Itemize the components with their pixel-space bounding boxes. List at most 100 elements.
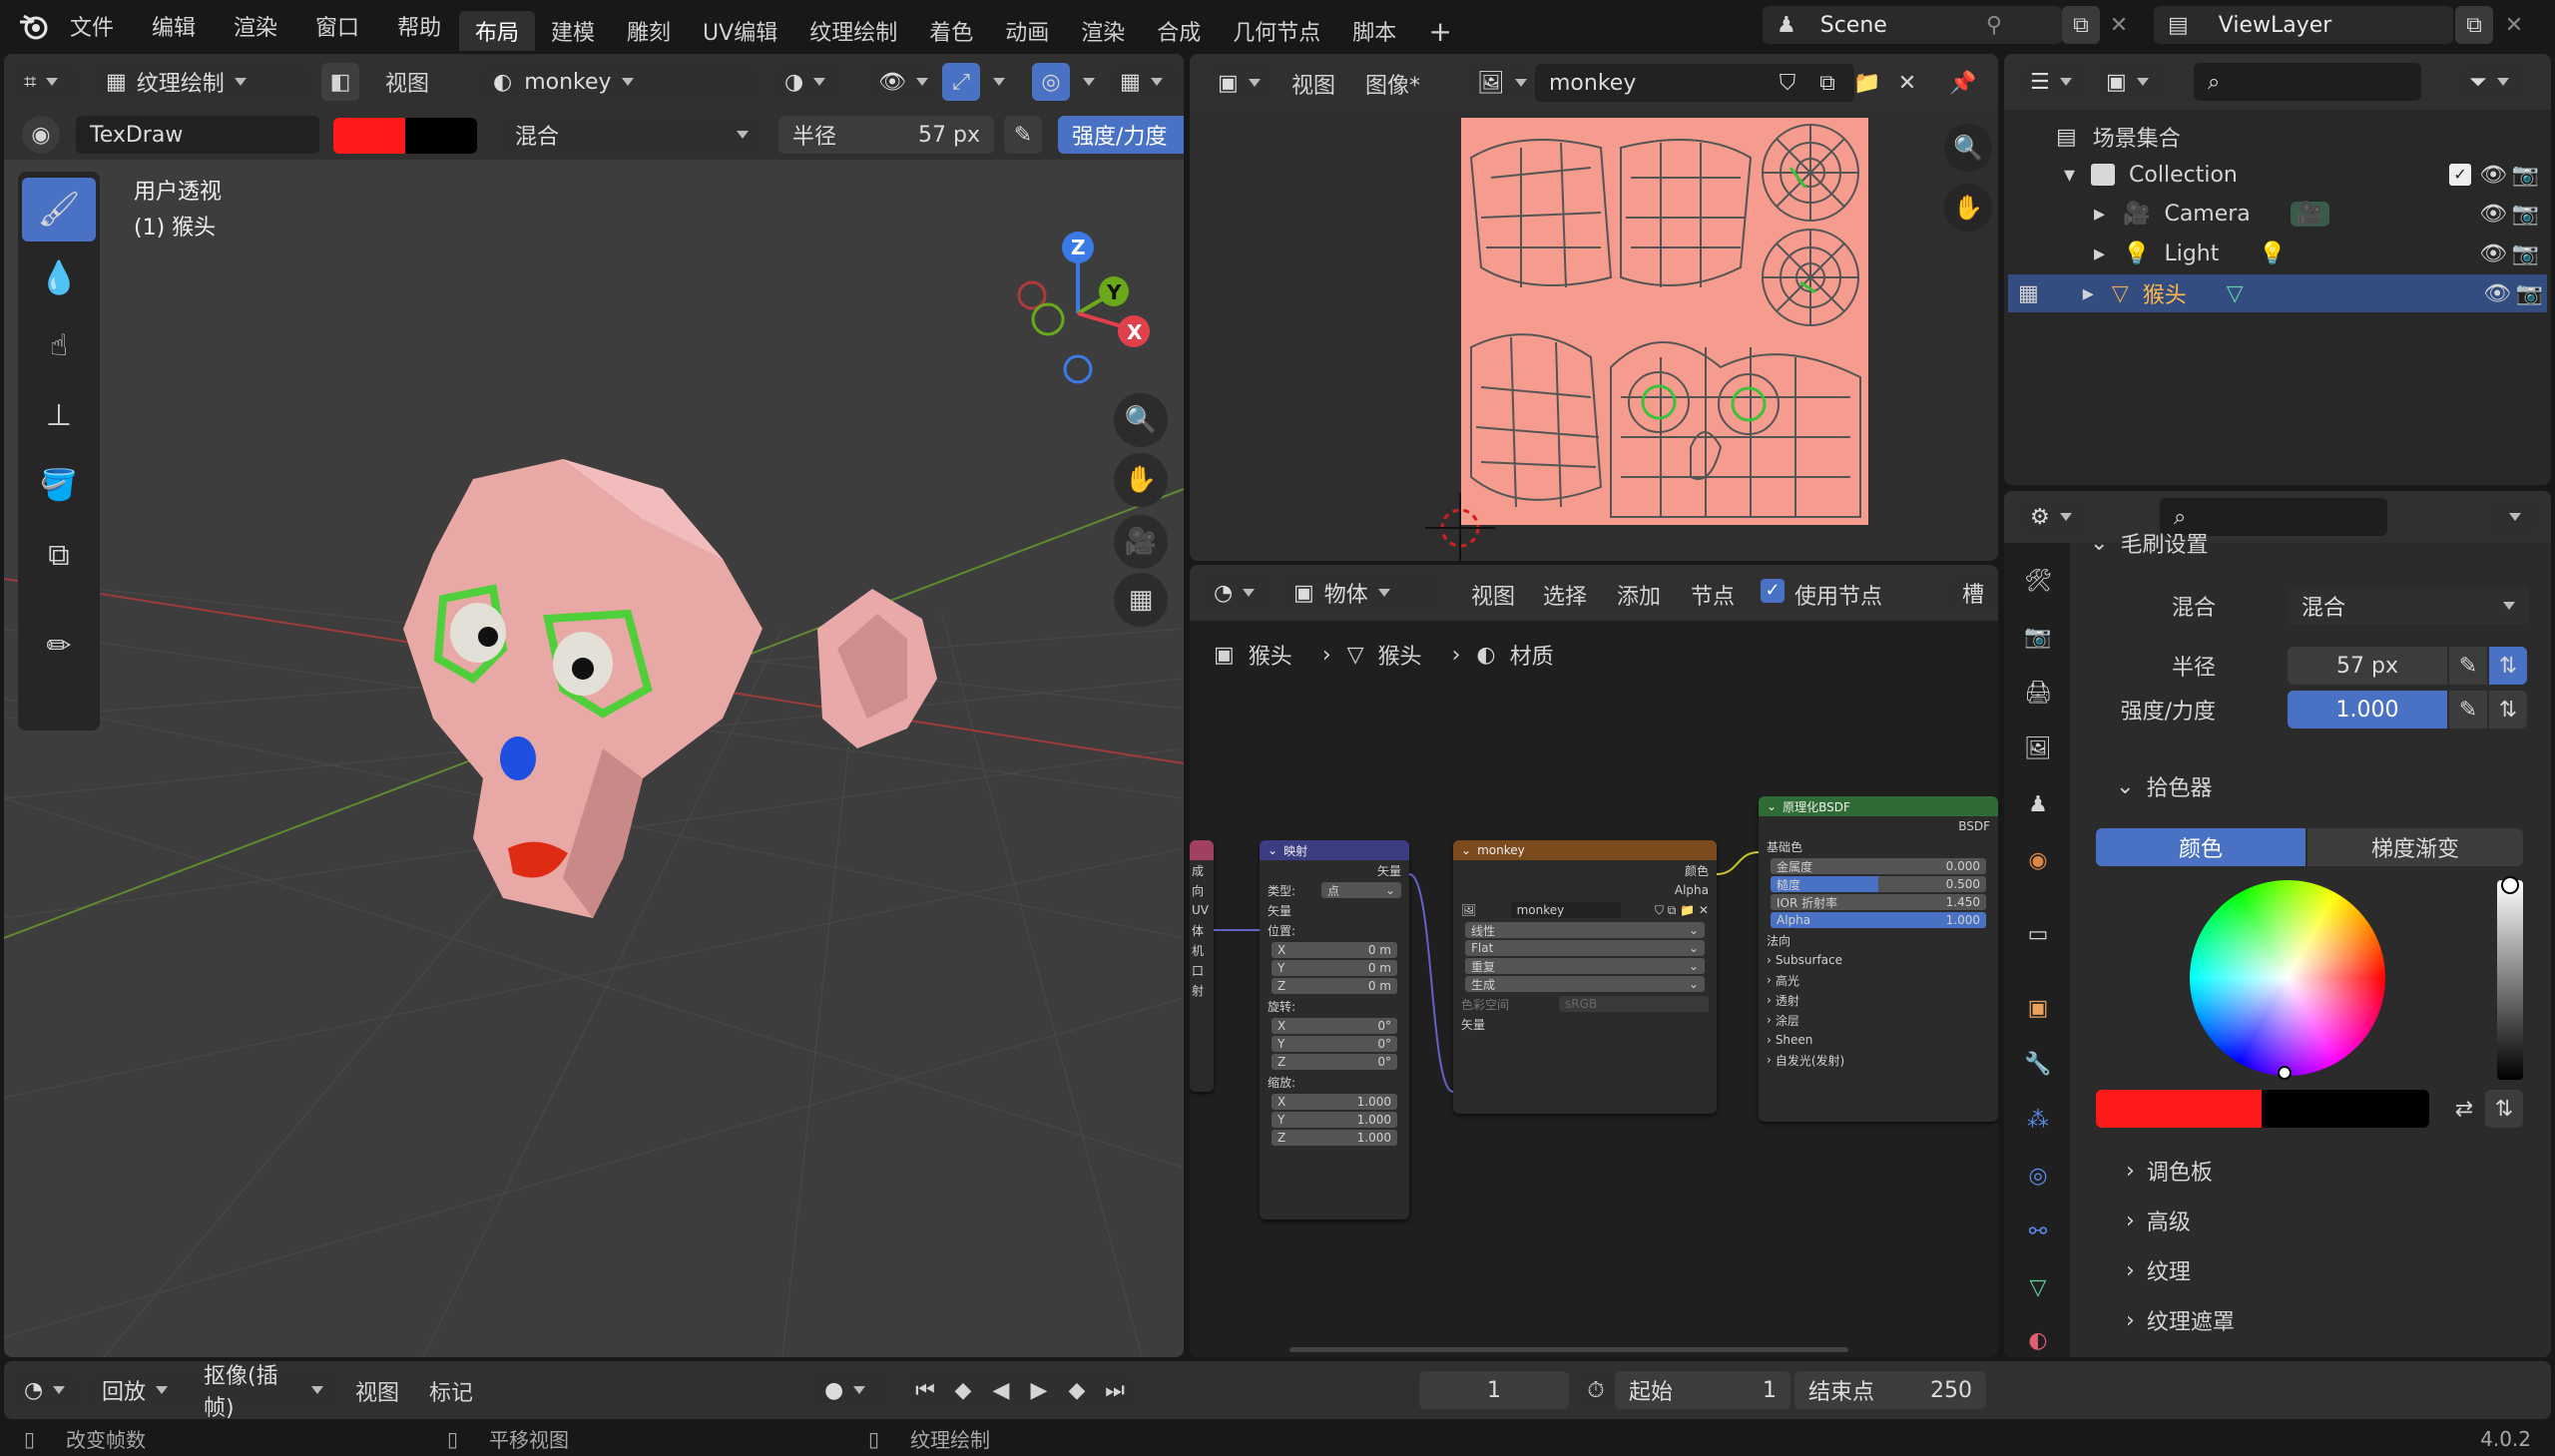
secondary-color-swatch[interactable]: [2262, 1090, 2429, 1128]
image-editor[interactable]: ▣ 视图 图像* 🖼 monkey ⛉ ⧉ 📁 ✕ 📌 🔍 ✋: [1190, 54, 1998, 561]
render-camera-icon[interactable]: 📷: [2512, 163, 2539, 188]
output-tab-icon[interactable]: 🖨: [2018, 673, 2058, 713]
tab-sculpting[interactable]: 雕刻: [611, 11, 687, 51]
advanced-panel[interactable]: › 高级: [2126, 1204, 2191, 1237]
smear-brush-icon[interactable]: ☝: [22, 313, 96, 377]
view-layer-tab-icon[interactable]: 🖼: [2018, 728, 2058, 768]
editor-type-selector[interactable]: ⌗: [14, 63, 80, 101]
end-frame-field[interactable]: 结束点 250: [1794, 1371, 1986, 1409]
jump-start-icon[interactable]: ⏮: [906, 1371, 944, 1409]
tab-scripting[interactable]: 脚本: [1336, 11, 1412, 51]
current-frame-field[interactable]: 1: [1419, 1371, 1569, 1409]
properties-type-selector[interactable]: ⚙: [2020, 498, 2090, 536]
display-mode-selector[interactable]: ▣: [2096, 63, 2166, 101]
material-tab-icon[interactable]: ◐: [2018, 1323, 2058, 1357]
brush-name-field[interactable]: TexDraw: [76, 116, 319, 154]
tab-uv-editing[interactable]: UV编辑: [687, 11, 793, 51]
outliner-type-selector[interactable]: ☰: [2020, 63, 2090, 101]
image-zoom-icon[interactable]: 🔍: [1944, 124, 1992, 172]
scene-tab-icon[interactable]: ♟: [2018, 784, 2058, 824]
view-layer-name[interactable]: ViewLayer: [2219, 13, 2332, 38]
properties-options[interactable]: [2489, 498, 2539, 536]
new-scene-icon[interactable]: ⧉: [2062, 6, 2100, 44]
node-scrollbar[interactable]: [1289, 1347, 1848, 1352]
outliner-root[interactable]: ▤ 场景集合: [2056, 118, 2181, 156]
navigation-gizmo[interactable]: [992, 174, 1172, 393]
mode-selector[interactable]: ▦ 纹理绘制: [92, 63, 311, 101]
tab-animation[interactable]: 动画: [989, 11, 1065, 51]
mesh-data-icon[interactable]: ▽: [2227, 281, 2244, 306]
texture-mask-panel[interactable]: › 纹理遮罩: [2126, 1303, 2235, 1337]
open-image-icon[interactable]: 📁: [1848, 64, 1886, 102]
fill-brush-icon[interactable]: 🪣: [22, 453, 96, 517]
pressure-icon[interactable]: ✎: [2449, 691, 2487, 728]
menu-render[interactable]: 渲染: [234, 10, 277, 42]
properties-editor[interactable]: ⚙ ⌕ 🛠 📷 🖨 🖼 ♟ ◉ ▭ ▣ 🔧 ⁂ ◎ ⚯ ▽ ◐ ⌄ 毛刷设置 混…: [2004, 491, 2551, 1357]
tab-color[interactable]: 颜色: [2096, 828, 2305, 866]
timeline-view-menu[interactable]: 视图: [355, 1375, 399, 1407]
zoom-icon[interactable]: 🔍: [1114, 393, 1168, 447]
shading-selector[interactable]: ◑: [774, 63, 840, 101]
tab-compositing[interactable]: 合成: [1141, 11, 1217, 51]
collection-tab-icon[interactable]: ▭: [2018, 914, 2058, 954]
viewport-shading-selector[interactable]: ▦: [1110, 63, 1182, 101]
unified-strength-icon[interactable]: ⇅: [2489, 691, 2527, 728]
outliner-collection-row[interactable]: ▾ Collection ✓ 👁 📷: [2064, 156, 2543, 194]
playback-menu[interactable]: 回放: [88, 1371, 200, 1409]
image-browse-icon[interactable]: 🖼: [1467, 64, 1533, 102]
viewport-3d[interactable]: ⌗ ▦ 纹理绘制 ◧ 视图 ◐ monkey ◑ 👁 ⤢ ◎ ▦ ◉ TexDr…: [4, 54, 1184, 1357]
prev-keyframe-icon[interactable]: ◆: [944, 1371, 982, 1409]
gizmo-toggle-icon[interactable]: ⤢: [942, 63, 980, 101]
chevron-right-icon[interactable]: ▸: [2083, 281, 2094, 306]
new-view-layer-icon[interactable]: ⧉: [2455, 6, 2493, 44]
exclude-checkbox[interactable]: ✓: [2449, 164, 2471, 186]
swap-colors-icon[interactable]: ⇄: [2445, 1090, 2483, 1128]
paint-mask-icon[interactable]: ◧: [321, 63, 359, 101]
outliner-item-monkey[interactable]: ▦ ▸ ▽ 猴头 ▽ 👁 📷: [2008, 274, 2547, 312]
chevron-right-icon[interactable]: ▸: [2094, 242, 2105, 266]
filter-icon[interactable]: ⏷: [2459, 63, 2529, 101]
blend-select[interactable]: 混合: [2288, 587, 2529, 625]
annotate-tool-icon[interactable]: ✏: [22, 611, 96, 681]
radius-pressure-icon[interactable]: ✎: [1004, 116, 1042, 154]
fake-user-icon[interactable]: ⛉: [1769, 64, 1806, 102]
scene-selector[interactable]: ♟ Scene ⚲: [1763, 6, 2062, 44]
stopwatch-icon[interactable]: ⏱: [1577, 1371, 1615, 1409]
next-keyframe-icon[interactable]: ◆: [1058, 1371, 1096, 1409]
modifier-tab-icon[interactable]: 🔧: [2018, 1044, 2058, 1084]
clone-brush-icon[interactable]: ⊥: [22, 383, 96, 447]
value-slider-handle[interactable]: [2501, 876, 2519, 894]
auto-keying-button[interactable]: ●: [812, 1371, 892, 1409]
visibility-selector[interactable]: 👁: [868, 63, 934, 101]
tab-geometry-nodes[interactable]: 几何节点: [1217, 11, 1336, 51]
constraints-tab-icon[interactable]: ⚯: [2018, 1212, 2058, 1251]
menu-help[interactable]: 帮助: [397, 10, 441, 42]
overlay-toggle-icon[interactable]: ◎: [1032, 63, 1070, 101]
pin-icon[interactable]: ⚲: [1986, 13, 2002, 38]
brush-preview-icon[interactable]: ◉: [22, 116, 60, 154]
add-workspace-button[interactable]: +: [1412, 11, 1467, 51]
render-camera-icon[interactable]: 📷: [2512, 202, 2539, 227]
new-image-icon[interactable]: ⧉: [1808, 64, 1846, 102]
mesh-data-tab-icon[interactable]: ▽: [2018, 1267, 2058, 1307]
primary-color-swatch[interactable]: [333, 118, 405, 154]
color-wheel[interactable]: [2190, 880, 2385, 1080]
value-slider[interactable]: [2497, 876, 2523, 1080]
2d-cursor-icon[interactable]: [1425, 493, 1495, 561]
soften-brush-icon[interactable]: 💧: [22, 245, 96, 309]
viewport-view-menu[interactable]: 视图: [385, 66, 429, 98]
unified-color-icon[interactable]: ⇅: [2485, 1090, 2523, 1128]
render-camera-icon[interactable]: 📷: [2512, 242, 2539, 266]
keying-menu[interactable]: 抠像(插帧): [190, 1364, 337, 1421]
draw-brush-icon[interactable]: 🖌: [22, 178, 96, 242]
image-view-menu[interactable]: 视图: [1291, 68, 1335, 100]
unified-size-icon[interactable]: ⇅: [2489, 647, 2527, 685]
object-tab-icon[interactable]: ▣: [2018, 988, 2058, 1028]
palette-panel[interactable]: › 调色板: [2126, 1154, 2213, 1188]
particles-tab-icon[interactable]: ⁂: [2018, 1100, 2058, 1140]
play-reverse-icon[interactable]: ◀: [982, 1371, 1020, 1409]
render-camera-icon[interactable]: 📷: [2516, 281, 2543, 306]
close-view-layer-icon[interactable]: ✕: [2495, 6, 2533, 44]
start-frame-field[interactable]: 起始 1: [1615, 1371, 1790, 1409]
outliner[interactable]: ☰ ▣ ⌕ ⏷ ▤ 场景集合 ▾ Collection ✓ 👁 📷 ▸ 🎥 Ca…: [2004, 54, 2551, 485]
